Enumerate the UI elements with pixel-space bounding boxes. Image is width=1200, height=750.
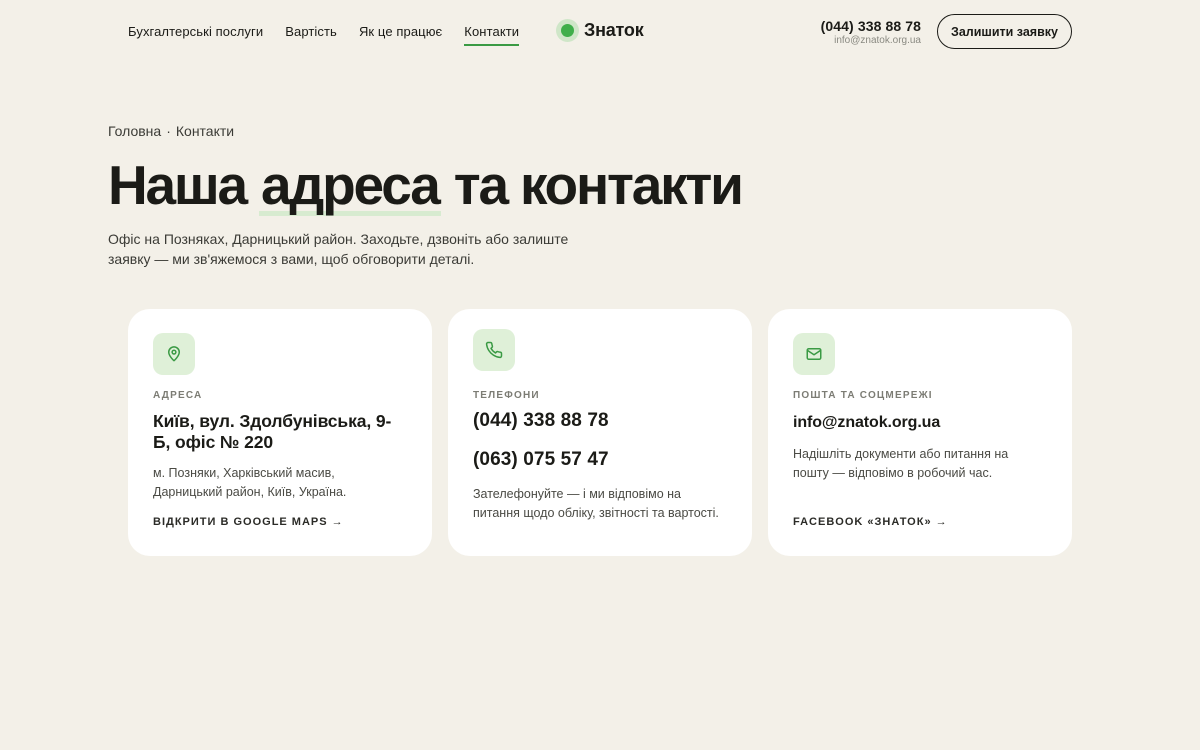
header-contact: (044) 338 88 78 info@znatok.org.ua — [821, 18, 921, 46]
logo[interactable]: Знаток — [556, 19, 644, 42]
phones-card: Телефони (044) 338 88 78 (063) 075 57 47… — [448, 309, 752, 556]
title-part-1: Наша — [108, 154, 248, 216]
map-pin-icon — [153, 333, 195, 375]
contacts-page: Бухгалтерські послуги Вартість Як це пра… — [0, 0, 1200, 750]
main-nav: Бухгалтерські послуги Вартість Як це пра… — [128, 24, 520, 46]
nav-item-contacts[interactable]: Контакти — [464, 24, 520, 46]
breadcrumb-separator: · — [166, 123, 171, 139]
phones-description: Зателефонуйте — і ми відповімо на питанн… — [473, 487, 719, 520]
title-part-2: та контакти — [453, 154, 744, 216]
header-phone[interactable]: (044) 338 88 78 — [821, 18, 921, 34]
page-lead: Офіс на Позняках, Дарницький район. Захо… — [108, 231, 569, 267]
mail-icon — [793, 333, 835, 375]
google-maps-link[interactable]: Відкрити в Google Maps → — [153, 516, 344, 528]
nav-item-services[interactable]: Бухгалтерські послуги — [128, 24, 263, 46]
header-email[interactable]: info@znatok.org.ua — [821, 35, 921, 46]
phone-number-2[interactable]: (063) 075 57 47 — [473, 448, 727, 472]
mail-label: Пошта та соцмережі — [793, 390, 933, 401]
phone-icon — [473, 329, 515, 371]
page-title: Наша адреса та контакти — [108, 152, 744, 218]
title-highlight: адреса — [259, 154, 441, 216]
site-header: Бухгалтерські послуги Вартість Як це пра… — [0, 0, 1200, 64]
mail-description: Надішліть документи або питання на пошту… — [793, 447, 1009, 480]
address-label: Адреса — [153, 390, 203, 401]
mail-card: Пошта та соцмережі info@znatok.org.ua На… — [768, 309, 1072, 556]
nav-item-how-it-works[interactable]: Як це працює — [359, 24, 442, 46]
phone-number-1[interactable]: (044) 338 88 78 — [473, 409, 727, 433]
mail-address[interactable]: info@znatok.org.ua — [793, 412, 1047, 433]
address-card: Адреса Київ, вул. Здолбунівська, 9-Б, оф… — [128, 309, 432, 556]
breadcrumb: Головна · Контакти — [108, 123, 234, 139]
nav-item-pricing[interactable]: Вартість — [285, 24, 337, 46]
logo-text: Знаток — [584, 20, 644, 40]
address-description: м. Позняки, Харківський масив, Дарницьки… — [153, 466, 347, 499]
leave-request-button[interactable]: Залишити заявку — [937, 14, 1072, 49]
logo-mark-icon — [556, 19, 579, 42]
breadcrumb-current: Контакти — [175, 123, 235, 139]
facebook-link[interactable]: Facebook «Знаток» → — [793, 516, 948, 528]
phones-label: Телефони — [473, 390, 540, 401]
breadcrumb-home[interactable]: Головна — [108, 123, 161, 139]
address-title: Київ, вул. Здолбунівська, 9-Б, офіс № 22… — [153, 411, 392, 452]
